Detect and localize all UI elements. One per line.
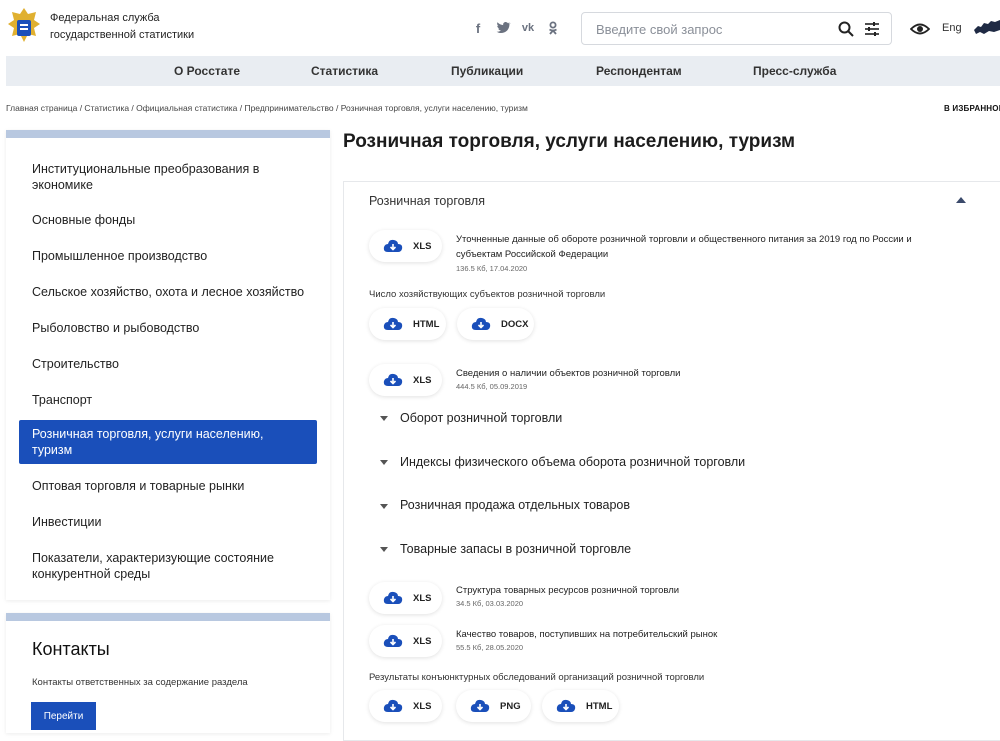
expand-caret-icon[interactable] <box>380 416 388 421</box>
nav-item-statistics[interactable]: Статистика <box>311 64 378 78</box>
download-button-label: HTML <box>413 318 440 330</box>
subsection-label: Результаты конъюнктурных обследований ор… <box>369 672 705 683</box>
download-button-label: XLS <box>413 700 432 712</box>
collapsible-section-goods-sales[interactable]: Розничная продажа отдельных товаров <box>400 498 630 512</box>
contacts-description: Контакты ответственных за содержание раз… <box>32 677 248 688</box>
eye-icon[interactable] <box>910 19 930 39</box>
org-name-line1: Федеральная служба <box>50 12 160 24</box>
sidebar-item-construction[interactable]: Строительство <box>32 356 312 372</box>
collapse-caret-icon[interactable] <box>956 197 966 203</box>
download-button-label: XLS <box>413 240 432 252</box>
expand-caret-icon[interactable] <box>380 460 388 465</box>
download-xls-button[interactable]: XLS <box>369 625 442 657</box>
collapsible-section-indices[interactable]: Индексы физического объема оборота розни… <box>400 455 745 469</box>
file-title[interactable]: Структура товарных ресурсов розничной то… <box>456 583 956 598</box>
search-input[interactable] <box>594 20 824 38</box>
facebook-icon[interactable]: f <box>470 20 486 36</box>
nav-item-publications[interactable]: Публикации <box>451 64 523 78</box>
section-title[interactable]: Розничная торговля <box>369 194 485 208</box>
page-title: Розничная торговля, услуги населению, ту… <box>343 131 796 152</box>
download-docx-button[interactable]: DOCX <box>457 308 534 340</box>
sidebar-item-transport[interactable]: Транспорт <box>32 392 312 408</box>
contacts-card: Контакты Контакты ответственных за содер… <box>6 613 330 733</box>
search-box <box>581 12 892 45</box>
odnoklassniki-icon[interactable] <box>545 20 561 36</box>
expand-caret-icon[interactable] <box>380 547 388 552</box>
download-button-label: XLS <box>413 592 432 604</box>
contacts-go-button[interactable]: Перейти <box>31 702 96 730</box>
subsection-label: Число хозяйствующих субъектов розничной … <box>369 289 606 300</box>
cloud-download-icon <box>383 239 403 252</box>
download-button-label: XLS <box>413 635 432 647</box>
download-xls-button[interactable]: XLS <box>369 690 442 722</box>
collapsible-section-inventory[interactable]: Товарные запасы в розничной торговле <box>400 542 631 556</box>
expand-caret-icon[interactable] <box>380 504 388 509</box>
sidebar-item-agriculture[interactable]: Сельское хозяйство, охота и лесное хозяй… <box>32 284 312 300</box>
download-html-button[interactable]: HTML <box>542 690 619 722</box>
file-meta: 444.5 Кб, 05.09.2019 <box>456 382 528 391</box>
language-switch[interactable]: Eng <box>942 22 962 34</box>
vk-icon[interactable]: vk <box>520 20 536 36</box>
cloud-download-icon <box>471 317 491 330</box>
contacts-title: Контакты <box>32 639 110 659</box>
file-meta: 136.5 Кб, 17.04.2020 <box>456 264 528 273</box>
download-button-label: XLS <box>413 374 432 386</box>
russia-map-icon[interactable] <box>974 18 1000 36</box>
file-meta: 34.5 Кб, 03.03.2020 <box>456 599 524 608</box>
nav-item-respondents[interactable]: Респондентам <box>596 64 682 78</box>
download-button-label: DOCX <box>501 318 529 330</box>
cloud-download-icon <box>383 317 403 330</box>
file-title[interactable]: Сведения о наличии объектов розничной то… <box>456 366 956 381</box>
cloud-download-icon <box>383 634 403 647</box>
breadcrumb[interactable]: Главная страница / Статистика / Официаль… <box>6 103 528 113</box>
contacts-top-bar <box>6 613 330 621</box>
filter-settings-icon[interactable] <box>863 20 881 38</box>
download-html-button[interactable]: HTML <box>369 308 446 340</box>
download-xls-button[interactable]: XLS <box>369 230 442 262</box>
sidebar-item-investments[interactable]: Инвестиции <box>32 514 312 530</box>
sidebar: Институциональные преобразования в эконо… <box>6 130 330 600</box>
sidebar-top-bar <box>6 130 330 138</box>
nav-item-about[interactable]: О Росстате <box>174 64 240 78</box>
content-panel: Розничная торговля XLS Уточненные данные… <box>343 181 1000 741</box>
main-nav: О Росстате Статистика Публикации Респонд… <box>6 56 1000 86</box>
cloud-download-icon <box>470 699 490 712</box>
emblem-logo-icon[interactable] <box>6 6 42 48</box>
org-name-line2: государственной статистики <box>50 29 195 41</box>
search-icon[interactable] <box>837 20 855 38</box>
header: Федеральная служба государственной стати… <box>0 0 1000 56</box>
cloud-download-icon <box>383 591 403 604</box>
cloud-download-icon <box>383 373 403 386</box>
file-meta: 55.5 Кб, 28.05.2020 <box>456 643 524 652</box>
file-title[interactable]: Качество товаров, поступивших на потреби… <box>456 627 956 642</box>
download-button-label: PNG <box>500 700 521 712</box>
sidebar-item-institutional[interactable]: Институциональные преобразования в эконо… <box>32 161 312 193</box>
sidebar-item-competition[interactable]: Показатели, характеризующие состояние ко… <box>32 550 312 582</box>
download-png-button[interactable]: PNG <box>456 690 531 722</box>
sidebar-item-fixed-assets[interactable]: Основные фонды <box>32 212 312 228</box>
cloud-download-icon <box>556 699 576 712</box>
download-xls-button[interactable]: XLS <box>369 582 442 614</box>
sidebar-item-fishing[interactable]: Рыболовство и рыбоводство <box>32 320 312 336</box>
sidebar-item-retail-active[interactable]: Розничная торговля, услуги населению, ту… <box>19 420 317 464</box>
cloud-download-icon <box>383 699 403 712</box>
add-to-favorites-link[interactable]: В ИЗБРАННОЕ <box>944 104 1000 113</box>
download-xls-button[interactable]: XLS <box>369 364 442 396</box>
download-button-label: HTML <box>586 700 613 712</box>
collapsible-section-turnover[interactable]: Оборот розничной торговли <box>400 411 562 425</box>
sidebar-item-industry[interactable]: Промышленное производство <box>32 248 312 264</box>
org-name[interactable]: Федеральная служба государственной стати… <box>50 10 194 44</box>
nav-item-press[interactable]: Пресс-служба <box>753 64 836 78</box>
twitter-icon[interactable] <box>495 20 511 36</box>
sidebar-item-wholesale[interactable]: Оптовая торговля и товарные рынки <box>32 478 312 494</box>
file-title[interactable]: Уточненные данные об обороте розничной т… <box>456 232 956 262</box>
